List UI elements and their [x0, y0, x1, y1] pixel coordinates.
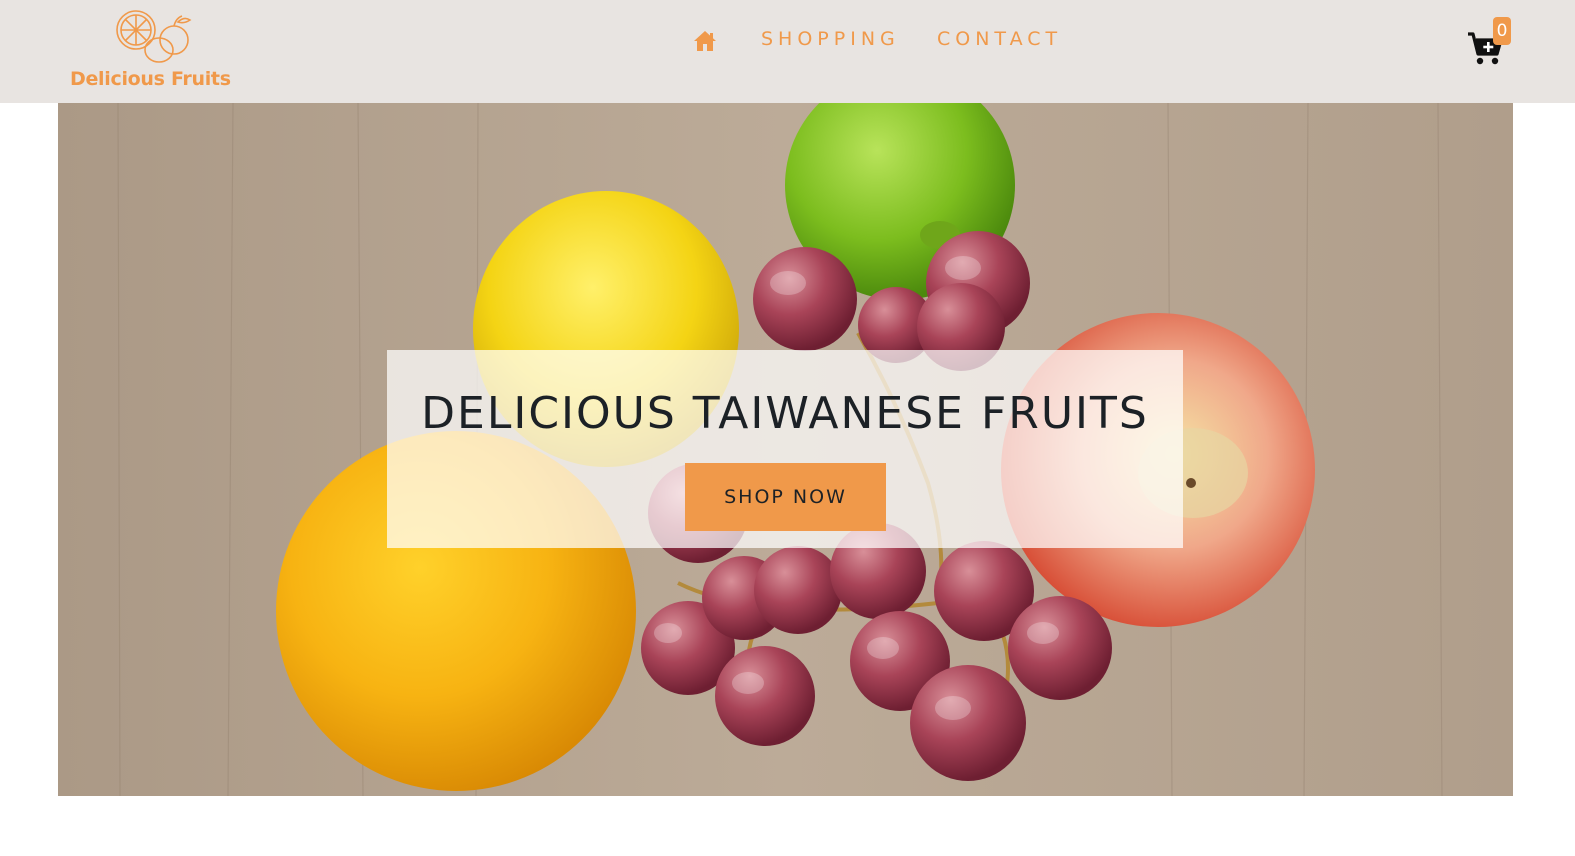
fruit-logo-icon [116, 10, 192, 63]
brand-logo-link[interactable]: Delicious Fruits [70, 8, 242, 96]
hero-title: DELICIOUS TAIWANESE FRUITS [421, 388, 1149, 439]
home-icon [694, 31, 716, 51]
hero-caption-box: DELICIOUS TAIWANESE FRUITS SHOP NOW [387, 350, 1183, 548]
brand-name: Delicious Fruits [70, 68, 231, 90]
hero-banner: DELICIOUS TAIWANESE FRUITS SHOP NOW [58, 103, 1513, 796]
cart-button[interactable]: 0 [1466, 17, 1518, 69]
shop-now-button[interactable]: SHOP NOW [685, 463, 886, 531]
navbar: Delicious Fruits SHOPPING CONTACT 0 [0, 0, 1575, 103]
nav-link-contact[interactable]: CONTACT [937, 28, 1062, 50]
nav-link-shopping[interactable]: SHOPPING [761, 28, 900, 50]
cart-count-badge: 0 [1493, 17, 1511, 45]
nav-home-link[interactable] [693, 30, 717, 52]
